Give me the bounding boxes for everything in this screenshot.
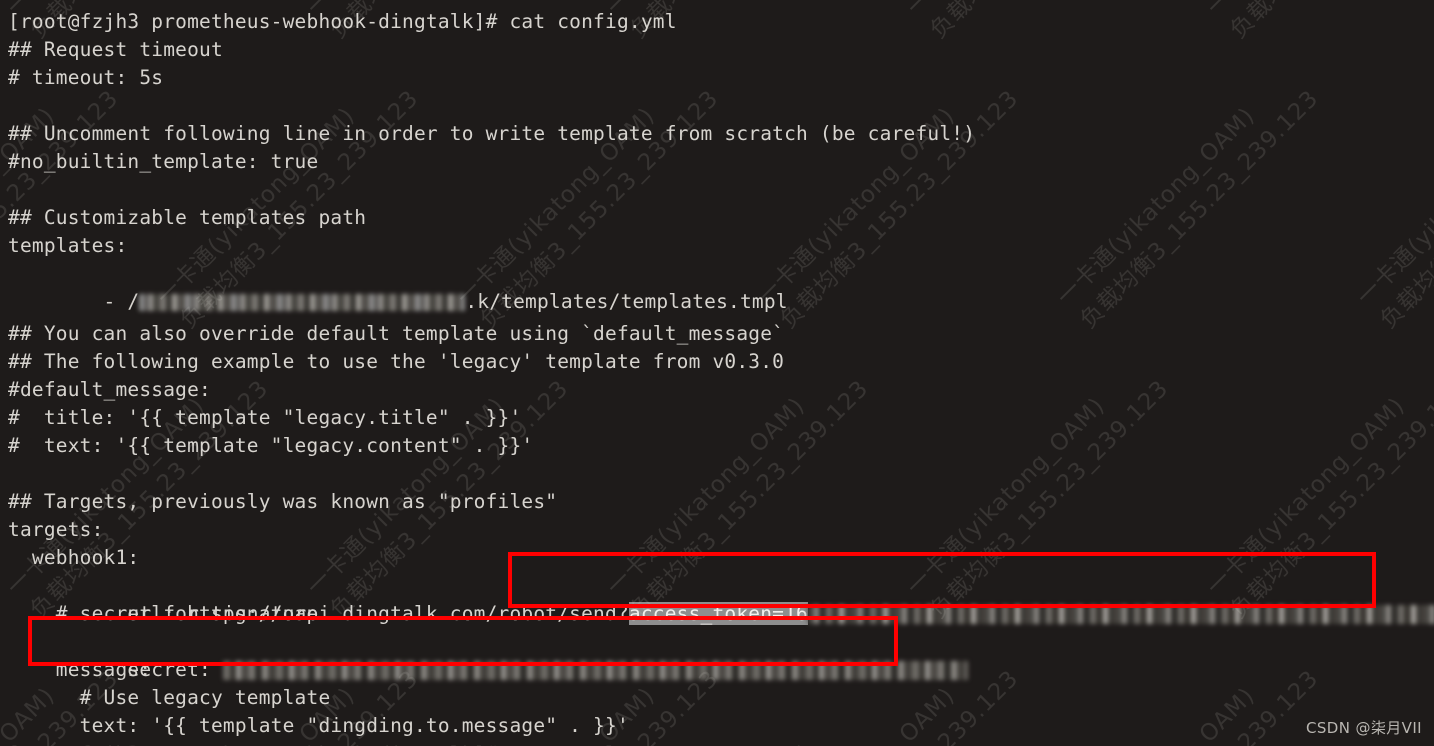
output-line: # timeout: 5s [8,66,164,89]
output-line: ## The following example to use the 'leg… [8,350,785,373]
webhook-url-line: url: https://oapi.dingtalk.com/robot/sen… [8,572,1434,625]
output-line: # title: '{{ template "legacy.title" . }… [8,406,522,429]
output-line: #no_builtin_template: true [8,150,319,173]
secret-line: secret: [8,628,968,681]
output-line: templates: [8,234,128,257]
output-line: # secret for signature [8,602,319,625]
templates-path-line: - / .k/templates/templates.tmpl [8,260,788,313]
csdn-credit: CSDN @柒月VII [1305,719,1422,737]
output-line: text: '{{ template "dingding.to.message"… [8,714,629,737]
shell-prompt-line: [root@fzjh3 prometheus-webhook-dingtalk]… [8,10,677,33]
partial-bottom-line: [root@fzjh3 prometheus-webhook-dingtalk]… [8,740,844,746]
output-line: ## Request timeout [8,38,223,61]
redacted-access-token [808,605,1434,624]
output-line: ## Customizable templates path [8,206,367,229]
output-line: #default_message: [8,378,211,401]
redacted-templates-path [139,294,466,311]
access-token-selected-text[interactable]: access_token=16 [628,602,808,625]
output-line: webhook1: [8,546,140,569]
templates-path-prefix: - / [79,290,140,313]
templates-path-suffix: .k/templates/templates.tmpl [465,290,788,313]
output-line: # text: '{{ template "legacy.content" . … [8,434,534,457]
terminal-output: config.yml doc templates [root@fzjh3 pro… [0,0,1434,746]
redacted-secret-value [222,661,968,680]
output-line: targets: [8,518,104,541]
output-line: # Use legacy template [8,686,331,709]
terminal-screenshot: 一卡通(yikatong_OAM) 负载均衡3_155.23_239.123 一卡通… [0,0,1434,746]
output-line: message: [8,658,152,681]
output-line: ## You can also override default templat… [8,322,785,345]
output-line: ## Uncomment following line in order to … [8,122,976,145]
output-line: ## Targets, previously was known as "pro… [8,490,558,513]
